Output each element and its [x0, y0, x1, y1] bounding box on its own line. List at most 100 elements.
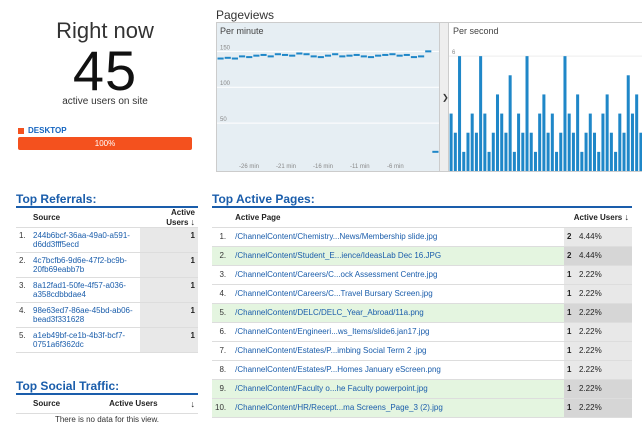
active-users-percent-cell: 2.22%	[576, 303, 632, 323]
sort-down-icon[interactable]: ↓	[180, 395, 198, 414]
active-page-link[interactable]: /ChannelContent/Careers/C...Travel Bursa…	[235, 289, 433, 298]
sort-down-icon[interactable]: ↓	[191, 217, 196, 227]
per-minute-mark	[403, 53, 410, 56]
per-second-bar	[622, 132, 626, 171]
device-label: DESKTOP	[28, 126, 67, 135]
per-second-bar	[571, 132, 575, 171]
table-row[interactable]: 3./ChannelContent/Careers/C...ock Assess…	[212, 265, 632, 285]
per-second-bar	[542, 94, 546, 171]
active-page-link[interactable]: /ChannelContent/Student_E...ience/IdeasL…	[235, 251, 441, 260]
x-tick-label: -21 min	[276, 164, 296, 170]
active-users-count: 45	[72, 39, 138, 102]
per-second-bar	[576, 94, 580, 171]
table-row[interactable]: 6./ChannelContent/Engineeri...ws_Items/s…	[212, 322, 632, 342]
per-second-bar	[474, 132, 478, 171]
top-social-title: Top Social Traffic:	[16, 379, 120, 393]
row-number: 5.	[16, 327, 30, 353]
per-second-bar	[533, 151, 537, 171]
active-users-percent-cell: 2.22%	[576, 265, 632, 285]
referral-source-link[interactable]: 4c7bcfb6-9d6e-47f2-bc9b-20fb69eabb7b	[33, 256, 127, 274]
active-users-percent-cell: 2.22%	[576, 360, 632, 380]
chevron-right-icon[interactable]: ❯	[442, 93, 449, 102]
active-page-link[interactable]: /ChannelContent/Estates/P...imbing Socia…	[235, 346, 426, 355]
per-second-bar	[626, 75, 630, 171]
per-minute-mark	[324, 54, 332, 57]
active-page-column-header[interactable]: Active Page	[232, 208, 564, 228]
active-users-percent-cell: 2.22%	[576, 284, 632, 304]
table-row[interactable]: 7./ChannelContent/Estates/P...imbing Soc…	[212, 341, 632, 361]
device-legend: DESKTOP	[18, 126, 67, 135]
y-tick-label: 100	[220, 81, 231, 87]
active-users-count-cell: 1	[564, 379, 576, 399]
referral-source-link[interactable]: a1eb49bf-ce1b-4b3f-bcf7-0751a6f362dc	[33, 331, 125, 349]
per-second-bar	[580, 151, 584, 171]
per-minute-mark	[396, 54, 403, 57]
per-second-svg: 6	[449, 50, 642, 172]
table-row[interactable]: 4./ChannelContent/Careers/C...Travel Bur…	[212, 284, 632, 304]
active-page-link[interactable]: /ChannelContent/Careers/C...ock Assessme…	[235, 270, 437, 279]
per-minute-mark	[432, 150, 439, 153]
active-page-link[interactable]: /ChannelContent/Engineeri...ws_Items/sli…	[235, 327, 429, 336]
table-row[interactable]: 1./ChannelContent/Chemistry...News/Membe…	[212, 227, 632, 247]
active-users-column-header[interactable]: Active Users ↓	[140, 208, 198, 228]
table-row[interactable]: 9./ChannelContent/Faculty o...he Faculty…	[212, 379, 632, 399]
row-number: 1.	[16, 227, 30, 253]
per-second-bar	[592, 132, 597, 171]
x-tick-label: -6 min	[387, 164, 404, 170]
referral-source-link[interactable]: 8a12fad1-50fe-4f57-a036-a358cdbbdae4	[33, 281, 126, 299]
row-number: 2.	[16, 252, 30, 278]
per-minute-mark	[317, 56, 324, 59]
table-row[interactable]: 8./ChannelContent/Estates/P...Homes Janu…	[212, 360, 632, 380]
active-users-percent-cell: 2.22%	[576, 341, 632, 361]
y-tick-label: 50	[220, 117, 227, 123]
active-users-count-cell: 1	[564, 360, 576, 380]
x-tick-label: -11 min	[350, 164, 370, 170]
per-minute-mark	[303, 53, 310, 56]
table-row[interactable]: 5./ChannelContent/DELC/DELC_Year_Abroad/…	[212, 303, 632, 323]
active-users-count-cell: 2	[564, 227, 576, 247]
table-row[interactable]: 3. 8a12fad1-50fe-4f57-a036-a358cdbbdae4 1	[16, 277, 198, 303]
sort-down-icon[interactable]: ↓	[625, 212, 630, 222]
active-page-link[interactable]: /ChannelContent/DELC/DELC_Year_Abroad/11…	[235, 308, 424, 317]
referral-source-link[interactable]: 244b6bcf-36aa-49a0-a591-d6dd3fff5ecd	[33, 231, 130, 249]
per-minute-mark	[382, 53, 389, 56]
per-minute-mark	[267, 55, 274, 58]
active-users-value: 1	[140, 277, 198, 303]
per-second-bar	[635, 94, 639, 171]
active-page-link[interactable]: /ChannelContent/Chemistry...News/Members…	[235, 232, 437, 241]
active-users-count-cell: 1	[564, 322, 576, 342]
active-users-column-header[interactable]: Active Users	[86, 395, 181, 414]
referral-source-link[interactable]: 98e63ed7-86ae-45bd-ab06-bead3f331628	[33, 306, 133, 324]
table-row[interactable]: 4. 98e63ed7-86ae-45bd-ab06-bead3f331628 1	[16, 302, 198, 328]
per-second-bar	[538, 113, 542, 171]
active-users-percent-cell: 2.22%	[576, 379, 632, 399]
table-row[interactable]: 2. 4c7bcfb6-9d6e-47f2-bc9b-20fb69eabb7b 1	[16, 252, 198, 278]
x-tick-label: -26 min	[239, 164, 259, 170]
active-page-link[interactable]: /ChannelContent/Faculty o...he Faculty p…	[235, 384, 428, 393]
active-users-column-header[interactable]: Active Users ↓	[564, 208, 632, 228]
device-percent-bar: 100%	[18, 137, 192, 150]
per-second-bar	[563, 56, 567, 172]
source-column-header[interactable]: Source	[30, 208, 140, 228]
active-users-value: 1	[140, 302, 198, 328]
source-column-header[interactable]: Source	[30, 395, 87, 414]
active-users-value: 1	[140, 227, 198, 253]
table-row[interactable]: 2./ChannelContent/Student_E...ience/Idea…	[212, 246, 632, 266]
per-minute-mark	[418, 55, 425, 58]
num-header	[212, 208, 233, 228]
per-minute-mark	[375, 54, 382, 57]
table-row[interactable]: 10./ChannelContent/HR/Recept...ma Screen…	[212, 398, 632, 418]
per-second-bar	[453, 132, 457, 171]
top-social-table: Source Active Users ↓	[16, 395, 198, 414]
row-number: 1.	[212, 227, 233, 247]
table-row[interactable]: 5. a1eb49bf-ce1b-4b3f-bcf7-0751a6f362dc 1	[16, 327, 198, 353]
active-users-value: 1	[140, 252, 198, 278]
active-page-link[interactable]: /ChannelContent/Estates/P...Homes Januar…	[235, 365, 441, 374]
per-second-bar	[601, 113, 605, 171]
per-minute-mark	[260, 53, 267, 56]
row-number: 2.	[212, 246, 233, 266]
active-users-count-cell: 1	[564, 341, 576, 361]
table-row[interactable]: 1. 244b6bcf-36aa-49a0-a591-d6dd3fff5ecd 1	[16, 227, 198, 253]
active-page-link[interactable]: /ChannelContent/HR/Recept...ma Screens_P…	[235, 403, 443, 412]
per-second-bar	[479, 56, 483, 172]
